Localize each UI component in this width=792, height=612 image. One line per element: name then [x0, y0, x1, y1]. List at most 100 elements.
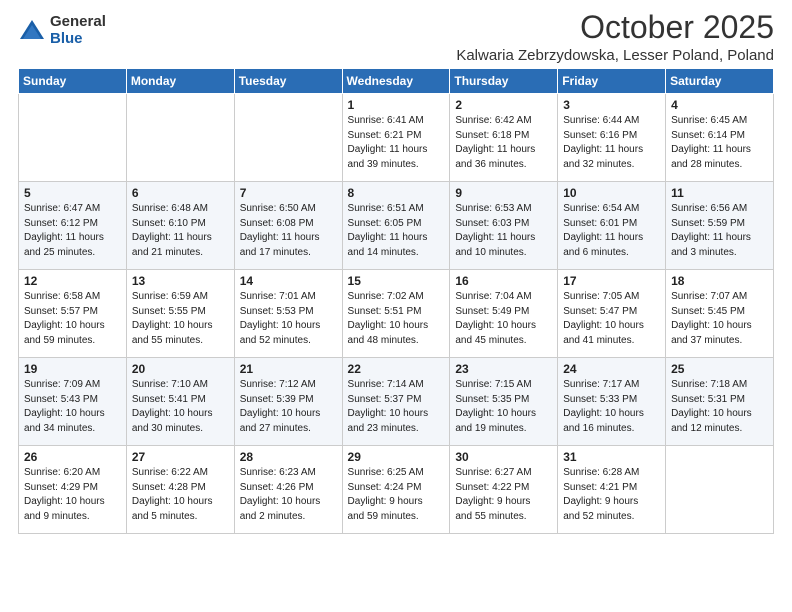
- day-info: Sunrise: 6:53 AMSunset: 6:03 PMDaylight:…: [455, 202, 553, 260]
- calendar-cell: 2 Sunrise: 6:42 AMSunset: 6:18 PMDaylight…: [450, 94, 558, 182]
- day-info: Sunrise: 6:41 AMSunset: 6:21 PMDaylight:…: [348, 114, 446, 172]
- day-info: Sunrise: 6:48 AMSunset: 6:10 PMDaylight:…: [132, 202, 230, 260]
- day-number: 13: [132, 274, 230, 288]
- calendar-cell: [666, 446, 774, 534]
- calendar-week-row: 1 Sunrise: 6:41 AMSunset: 6:21 PMDaylight…: [19, 94, 774, 182]
- day-info: Sunrise: 7:07 AMSunset: 5:45 PMDaylight:…: [671, 290, 769, 348]
- calendar-cell: 27 Sunrise: 6:22 AMSunset: 4:28 PMDayligh…: [126, 446, 234, 534]
- day-number: 24: [563, 362, 661, 376]
- day-number: 7: [240, 186, 338, 200]
- day-info: Sunrise: 6:27 AMSunset: 4:22 PMDaylight:…: [455, 466, 553, 524]
- day-number: 2: [455, 98, 553, 112]
- day-number: 9: [455, 186, 553, 200]
- day-info: Sunrise: 6:22 AMSunset: 4:28 PMDaylight:…: [132, 466, 230, 524]
- day-info: Sunrise: 6:50 AMSunset: 6:08 PMDaylight:…: [240, 202, 338, 260]
- calendar-cell: 24 Sunrise: 7:17 AMSunset: 5:33 PMDayligh…: [558, 358, 666, 446]
- calendar-week-row: 19 Sunrise: 7:09 AMSunset: 5:43 PMDayligh…: [19, 358, 774, 446]
- day-number: 19: [24, 362, 122, 376]
- calendar-cell: 15Sunrise: 7:02 AMSunset: 5:51 PMDayligh…: [342, 270, 450, 358]
- day-info: Sunrise: 6:42 AMSunset: 6:18 PMDaylight:…: [455, 114, 553, 172]
- location-title: Kalwaria Zebrzydowska, Lesser Poland, Po…: [456, 47, 774, 64]
- day-number: 31: [563, 450, 661, 464]
- day-info: Sunrise: 6:44 AMSunset: 6:16 PMDaylight:…: [563, 114, 661, 172]
- weekday-header-friday: Friday: [558, 69, 666, 94]
- day-info: Sunrise: 6:23 AMSunset: 4:26 PMDaylight:…: [240, 466, 338, 524]
- day-number: 8: [348, 186, 446, 200]
- logo-blue: Blue: [50, 31, 106, 48]
- calendar-cell: 19 Sunrise: 7:09 AMSunset: 5:43 PMDayligh…: [19, 358, 127, 446]
- day-info: Sunrise: 6:58 AMSunset: 5:57 PMDaylight:…: [24, 290, 122, 348]
- day-number: 30: [455, 450, 553, 464]
- day-number: 22: [348, 362, 446, 376]
- day-info: Sunrise: 6:56 AMSunset: 5:59 PMDaylight:…: [671, 202, 769, 260]
- calendar-cell: 13 Sunrise: 6:59 AMSunset: 5:55 PMDayligh…: [126, 270, 234, 358]
- calendar-cell: 11 Sunrise: 6:56 AMSunset: 5:59 PMDayligh…: [666, 182, 774, 270]
- day-number: 27: [132, 450, 230, 464]
- day-number: 29: [348, 450, 446, 464]
- weekday-header-monday: Monday: [126, 69, 234, 94]
- calendar-cell: 1 Sunrise: 6:41 AMSunset: 6:21 PMDaylight…: [342, 94, 450, 182]
- weekday-header-row: SundayMondayTuesdayWednesdayThursdayFrid…: [19, 69, 774, 94]
- calendar-cell: 3 Sunrise: 6:44 AMSunset: 6:16 PMDaylight…: [558, 94, 666, 182]
- calendar-cell: 30 Sunrise: 6:27 AMSunset: 4:22 PMDayligh…: [450, 446, 558, 534]
- day-number: 14: [240, 274, 338, 288]
- day-info: Sunrise: 6:47 AMSunset: 6:12 PMDaylight:…: [24, 202, 122, 260]
- calendar-cell: 17 Sunrise: 7:05 AMSunset: 5:47 PMDayligh…: [558, 270, 666, 358]
- day-number: 3: [563, 98, 661, 112]
- day-number: 26: [24, 450, 122, 464]
- day-info: Sunrise: 7:10 AMSunset: 5:41 PMDaylight:…: [132, 378, 230, 436]
- day-number: 25: [671, 362, 769, 376]
- logo-text: General Blue: [50, 14, 106, 47]
- calendar-cell: 6 Sunrise: 6:48 AMSunset: 6:10 PMDaylight…: [126, 182, 234, 270]
- header: General Blue October 2025 Kalwaria Zebrz…: [18, 10, 774, 64]
- logo-general: General: [50, 14, 106, 31]
- day-info: Sunrise: 6:54 AMSunset: 6:01 PMDaylight:…: [563, 202, 661, 260]
- day-number: 21: [240, 362, 338, 376]
- day-number: 28: [240, 450, 338, 464]
- calendar-cell: 25 Sunrise: 7:18 AMSunset: 5:31 PMDayligh…: [666, 358, 774, 446]
- calendar-table: SundayMondayTuesdayWednesdayThursdayFrid…: [18, 68, 774, 534]
- calendar-cell: [19, 94, 127, 182]
- calendar-cell: [234, 94, 342, 182]
- calendar-week-row: 26 Sunrise: 6:20 AMSunset: 4:29 PMDayligh…: [19, 446, 774, 534]
- calendar-cell: 18Sunrise: 7:07 AMSunset: 5:45 PMDayligh…: [666, 270, 774, 358]
- day-info: Sunrise: 6:59 AMSunset: 5:55 PMDaylight:…: [132, 290, 230, 348]
- weekday-header-wednesday: Wednesday: [342, 69, 450, 94]
- day-info: Sunrise: 6:51 AMSunset: 6:05 PMDaylight:…: [348, 202, 446, 260]
- weekday-header-sunday: Sunday: [19, 69, 127, 94]
- day-info: Sunrise: 7:04 AMSunset: 5:49 PMDaylight:…: [455, 290, 553, 348]
- month-title: October 2025: [456, 10, 774, 45]
- day-info: Sunrise: 7:12 AMSunset: 5:39 PMDaylight:…: [240, 378, 338, 436]
- calendar-cell: 23Sunrise: 7:15 AMSunset: 5:35 PMDayligh…: [450, 358, 558, 446]
- day-info: Sunrise: 7:15 AMSunset: 5:35 PMDaylight:…: [455, 378, 553, 436]
- day-info: Sunrise: 6:28 AMSunset: 4:21 PMDaylight:…: [563, 466, 661, 524]
- day-number: 5: [24, 186, 122, 200]
- calendar-cell: 5 Sunrise: 6:47 AMSunset: 6:12 PMDaylight…: [19, 182, 127, 270]
- day-number: 1: [348, 98, 446, 112]
- day-number: 6: [132, 186, 230, 200]
- calendar-cell: 29 Sunrise: 6:25 AMSunset: 4:24 PMDayligh…: [342, 446, 450, 534]
- day-info: Sunrise: 7:14 AMSunset: 5:37 PMDaylight:…: [348, 378, 446, 436]
- calendar-cell: 22 Sunrise: 7:14 AMSunset: 5:37 PMDayligh…: [342, 358, 450, 446]
- day-info: Sunrise: 6:20 AMSunset: 4:29 PMDaylight:…: [24, 466, 122, 524]
- day-info: Sunrise: 7:09 AMSunset: 5:43 PMDaylight:…: [24, 378, 122, 436]
- day-info: Sunrise: 7:18 AMSunset: 5:31 PMDaylight:…: [671, 378, 769, 436]
- title-block: October 2025 Kalwaria Zebrzydowska, Less…: [456, 10, 774, 64]
- calendar-cell: 16Sunrise: 7:04 AMSunset: 5:49 PMDayligh…: [450, 270, 558, 358]
- day-info: Sunrise: 6:45 AMSunset: 6:14 PMDaylight:…: [671, 114, 769, 172]
- logo-icon: [18, 17, 46, 45]
- page: General Blue October 2025 Kalwaria Zebrz…: [0, 0, 792, 612]
- calendar-cell: 21 Sunrise: 7:12 AMSunset: 5:39 PMDayligh…: [234, 358, 342, 446]
- calendar-cell: 9 Sunrise: 6:53 AMSunset: 6:03 PMDaylight…: [450, 182, 558, 270]
- day-info: Sunrise: 6:25 AMSunset: 4:24 PMDaylight:…: [348, 466, 446, 524]
- day-info: Sunrise: 7:01 AMSunset: 5:53 PMDaylight:…: [240, 290, 338, 348]
- day-number: 12: [24, 274, 122, 288]
- day-number: 17: [563, 274, 661, 288]
- day-number: 11: [671, 186, 769, 200]
- day-info: Sunrise: 7:05 AMSunset: 5:47 PMDaylight:…: [563, 290, 661, 348]
- calendar-cell: 12 Sunrise: 6:58 AMSunset: 5:57 PMDayligh…: [19, 270, 127, 358]
- calendar-cell: 28 Sunrise: 6:23 AMSunset: 4:26 PMDayligh…: [234, 446, 342, 534]
- day-info: Sunrise: 7:17 AMSunset: 5:33 PMDaylight:…: [563, 378, 661, 436]
- calendar-cell: 26 Sunrise: 6:20 AMSunset: 4:29 PMDayligh…: [19, 446, 127, 534]
- calendar-cell: 10Sunrise: 6:54 AMSunset: 6:01 PMDayligh…: [558, 182, 666, 270]
